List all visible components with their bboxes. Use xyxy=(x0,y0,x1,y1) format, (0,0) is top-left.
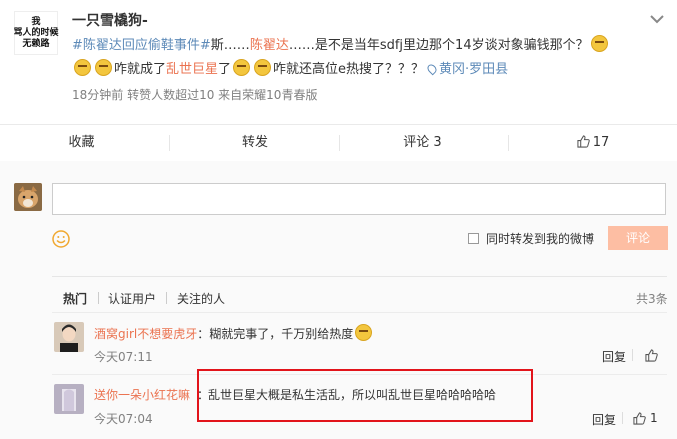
submit-comment-button[interactable]: 评论 xyxy=(608,226,668,250)
commenter-name[interactable]: 酒窝girl不想要虎牙 xyxy=(94,327,197,341)
divider xyxy=(632,349,633,361)
post-text: 咋就还高位e热搜了？？？ xyxy=(273,62,425,77)
person-avatar-icon xyxy=(54,322,84,352)
post-content: #陈翟达回应偷鞋事件#斯……陈翟达……是不是当年sdfj里边那个14岁谈对象骗钱… xyxy=(72,34,668,82)
dog-avatar-icon xyxy=(14,183,42,211)
emoji-icon xyxy=(590,35,608,52)
emoji-icon xyxy=(95,59,112,76)
chevron-down-icon[interactable] xyxy=(648,10,666,28)
tab-hot[interactable]: 热门 xyxy=(63,290,87,307)
location-icon xyxy=(425,62,439,76)
comment-item: 酒窝girl不想要虎牙：糊就完事了，千万别给热度 xyxy=(94,324,374,342)
avatar-text-line-3: 无赖路 xyxy=(22,38,50,49)
current-user-avatar xyxy=(14,183,42,211)
comment-input[interactable] xyxy=(52,183,666,215)
repost-checkbox[interactable] xyxy=(468,233,479,244)
post-text: 了 xyxy=(218,62,232,77)
thumbs-up-icon xyxy=(577,135,590,148)
tab-following[interactable]: 关注的人 xyxy=(177,290,225,307)
comment-time: 今天07:11 xyxy=(94,350,153,364)
action-bar: 收藏 转发 评论 3 17 xyxy=(0,124,677,162)
divider xyxy=(52,276,667,277)
emoji-icon xyxy=(233,59,251,76)
divider xyxy=(52,312,667,313)
repost-checkbox-label: 同时转发到我的微博 xyxy=(486,232,595,246)
highlight-annotation-box xyxy=(197,369,533,422)
divider xyxy=(98,292,99,304)
emoji-icon xyxy=(74,59,91,76)
like-button[interactable]: 17 xyxy=(509,125,677,161)
thumbs-up-icon[interactable] xyxy=(645,349,658,362)
collect-button[interactable]: 收藏 xyxy=(0,125,163,161)
comment-like-count: 1 xyxy=(650,411,658,425)
post-text: 斯…… xyxy=(210,38,250,53)
topic-link[interactable]: #陈翟达回应偷鞋事件# xyxy=(72,38,211,53)
person-avatar-icon xyxy=(54,384,84,414)
commenter-avatar[interactable] xyxy=(54,322,84,352)
highlight-link[interactable]: 乱世巨星 xyxy=(166,62,218,77)
divider xyxy=(622,412,623,424)
post-meta: 18分钟前 转赞人数超过10 来自荣耀10青春版 xyxy=(72,88,318,102)
reply-button[interactable]: 回复 xyxy=(592,411,616,428)
location-link[interactable]: 黄冈·罗田县 xyxy=(439,62,508,77)
comment-total: 共3条 xyxy=(636,292,668,306)
commenter-name[interactable]: 送你一朵小红花嘛 xyxy=(94,388,190,402)
commenter-avatar[interactable] xyxy=(54,384,84,414)
avatar-text-line-2: 骂人的时候 xyxy=(13,27,59,38)
post-author-avatar[interactable]: 我 骂人的时候 无赖路 xyxy=(13,11,59,55)
post-text: ……是不是当年sdfj里边那个14岁谈对象骗钱那个？ xyxy=(288,38,589,53)
post-author-name[interactable]: 一只雪橇狗- xyxy=(72,10,148,30)
comment-button[interactable]: 评论 3 xyxy=(340,125,505,161)
mention-link[interactable]: 陈翟达 xyxy=(250,38,289,53)
comment-time: 今天07:04 xyxy=(94,412,153,426)
avatar-text-line-1: 我 xyxy=(31,16,41,27)
repost-button[interactable]: 转发 xyxy=(170,125,340,161)
thumbs-up-icon[interactable] xyxy=(633,412,646,425)
emoji-icon xyxy=(355,324,373,341)
emoji-icon xyxy=(254,59,272,76)
tab-verified[interactable]: 认证用户 xyxy=(108,290,156,307)
comment-item: 送你一朵小红花嘛 xyxy=(94,386,190,403)
divider xyxy=(166,292,167,304)
reply-button[interactable]: 回复 xyxy=(602,348,626,365)
like-count: 17 xyxy=(592,135,610,150)
emoji-picker-icon[interactable] xyxy=(52,230,70,248)
comment-text: ：糊就完事了，千万别给热度 xyxy=(197,327,354,341)
post-text: 咋就成了 xyxy=(114,62,167,77)
